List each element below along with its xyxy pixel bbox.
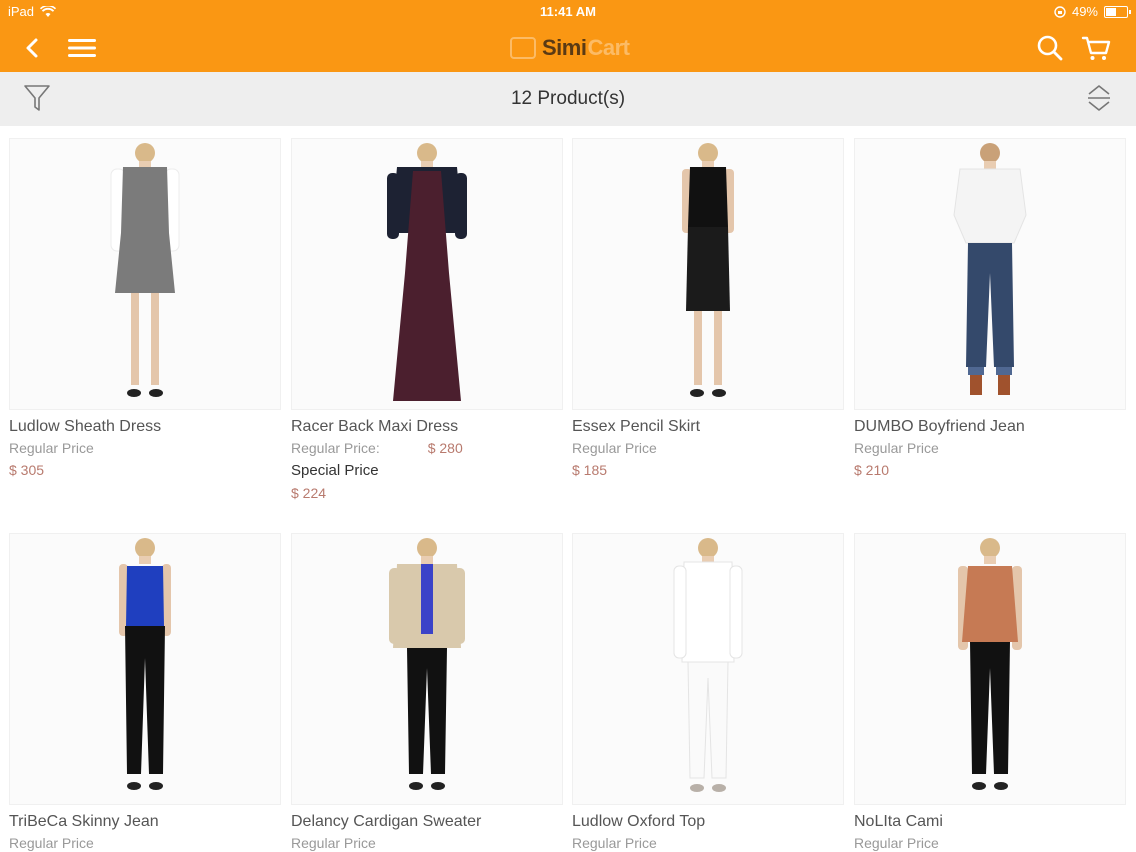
nav-bar: Simi Cart (0, 24, 1136, 72)
product-price: $ 305 (9, 462, 45, 478)
product-card[interactable]: Ludlow Sheath Dress Regular Price $ 305 (9, 138, 281, 478)
product-name[interactable]: Ludlow Oxford Top (572, 813, 844, 831)
product-photo (953, 143, 1027, 395)
battery-icon (1104, 5, 1131, 18)
sort-icon (1088, 85, 1110, 111)
search-button[interactable] (1032, 30, 1068, 66)
product-image[interactable] (291, 138, 563, 410)
list-toolbar: 12 Product(s) (0, 72, 1136, 126)
top-bar: iPad 11:41 AM 49% Simi Cart (0, 0, 1136, 72)
app-logo: Simi Cart (510, 32, 640, 64)
regular-price-label: Regular Price (572, 440, 657, 456)
regular-price-label: Regular Price (854, 835, 939, 851)
product-card[interactable]: Delancy Cardigan Sweater Regular Price (291, 533, 563, 851)
product-card[interactable]: Ludlow Oxford Top Regular Price (572, 533, 844, 851)
regular-price-label: Regular Price (572, 835, 657, 851)
regular-price-label: Regular Price (854, 440, 939, 456)
product-card[interactable]: TriBeCa Skinny Jean Regular Price (9, 533, 281, 851)
menu-button[interactable] (64, 30, 100, 66)
regular-price-text: Regular Price: (291, 440, 380, 456)
product-image[interactable] (572, 533, 844, 805)
product-photo (387, 143, 467, 401)
regular-price-value: $ 280 (427, 440, 463, 456)
status-bar: iPad 11:41 AM 49% (0, 0, 1136, 24)
back-button[interactable] (14, 30, 50, 66)
product-card[interactable]: Essex Pencil Skirt Regular Price $ 185 (572, 138, 844, 478)
shopping-cart-icon (1081, 36, 1111, 60)
product-card[interactable]: Racer Back Maxi Dress Regular Price: $ 28… (291, 138, 563, 501)
product-image[interactable] (572, 138, 844, 410)
logo-mark (510, 37, 536, 59)
sort-button[interactable] (1084, 82, 1114, 114)
product-card[interactable]: DUMBO Boyfriend Jean Regular Price $ 210 (854, 138, 1126, 478)
hamburger-menu-icon (68, 39, 96, 57)
product-grid: Ludlow Sheath Dress Regular Price $ 305 … (0, 126, 1136, 852)
battery-percent: 49% (1071, 4, 1098, 19)
product-name[interactable]: TriBeCa Skinny Jean (9, 813, 281, 831)
product-image[interactable] (854, 533, 1126, 805)
logo-text-simi: Simi (542, 35, 587, 60)
product-name[interactable]: NoLIta Cami (854, 813, 1126, 831)
product-name[interactable]: Racer Back Maxi Dress (291, 418, 563, 436)
product-name[interactable]: DUMBO Boyfriend Jean (854, 418, 1126, 436)
logo-text-cart: Cart (587, 35, 630, 60)
special-price-value: $ 224 (291, 485, 327, 501)
product-image[interactable] (854, 138, 1126, 410)
regular-price-label: Regular Price (9, 440, 94, 456)
search-icon (1037, 35, 1063, 61)
product-photo (110, 143, 180, 397)
product-price: $ 185 (572, 462, 608, 478)
orientation-lock-icon (1054, 5, 1066, 18)
product-card[interactable]: NoLIta Cami Regular Price (854, 533, 1126, 851)
product-photo (673, 538, 743, 792)
product-name[interactable]: Ludlow Sheath Dress (9, 418, 281, 436)
product-name[interactable]: Essex Pencil Skirt (572, 418, 844, 436)
product-photo (119, 538, 171, 790)
product-count: 12 Product(s) (510, 88, 626, 109)
cart-button[interactable] (1078, 30, 1114, 66)
product-image[interactable] (9, 138, 281, 410)
regular-price-label: Regular Price: $ 280 (291, 440, 563, 456)
product-price: $ 210 (854, 462, 890, 478)
product-photo (958, 538, 1022, 790)
product-image[interactable] (9, 533, 281, 805)
product-photo (682, 143, 734, 397)
product-photo (389, 538, 465, 790)
status-time: 11:41 AM (540, 4, 596, 19)
regular-price-label: Regular Price (9, 835, 94, 851)
regular-price-label: Regular Price (291, 835, 376, 851)
special-price-label: Special Price (291, 462, 379, 479)
chevron-left-icon (26, 38, 38, 58)
product-name[interactable]: Delancy Cardigan Sweater (291, 813, 563, 831)
product-image[interactable] (291, 533, 563, 805)
